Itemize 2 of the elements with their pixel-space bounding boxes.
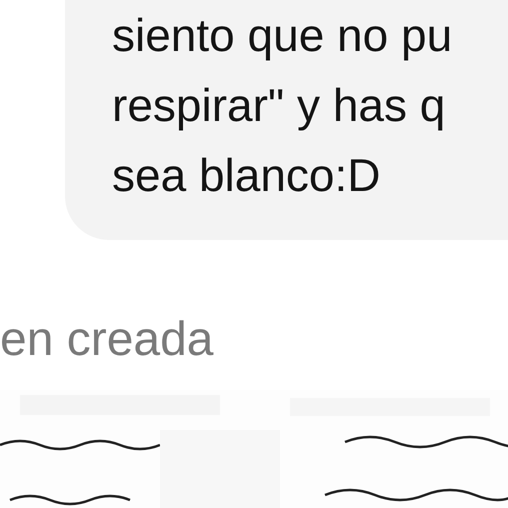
image-caption: en creada xyxy=(0,312,214,368)
message-text: siento que no pu respirar" y has q sea blanco:D xyxy=(112,8,454,203)
